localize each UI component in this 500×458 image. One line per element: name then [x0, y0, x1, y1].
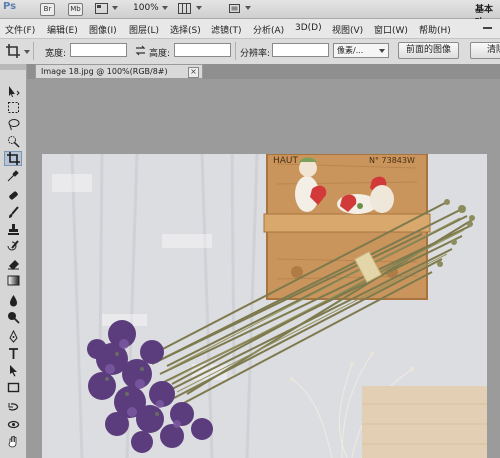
chevron-down-icon[interactable]: [24, 50, 30, 54]
spot-healing-tool[interactable]: [4, 188, 22, 203]
chevron-down-icon: [379, 49, 385, 53]
menu-view[interactable]: 视图(V): [332, 23, 363, 36]
dried-flowers-photo: HAUT N° 73843W: [42, 154, 487, 458]
sign-text-left: HAUT: [273, 156, 299, 166]
document-tab-bar: Image 18.jpg @ 100%(RGB/8#) ×: [27, 64, 500, 79]
menu-analysis[interactable]: 分析(A): [253, 23, 284, 36]
shape-icon: [7, 382, 19, 393]
close-icon[interactable]: ×: [188, 67, 199, 78]
zoom-level[interactable]: 100%: [133, 3, 159, 13]
move-icon: [8, 86, 20, 97]
width-field[interactable]: [70, 43, 127, 57]
type-icon: [8, 348, 18, 359]
path-select-icon: [9, 365, 17, 377]
move-tool[interactable]: [4, 84, 22, 99]
resolution-unit-value: 像素/...: [337, 46, 364, 55]
document-title: Image 18.jpg @ 100%(RGB/8#): [41, 67, 168, 76]
menu-select[interactable]: 选择(S): [170, 23, 201, 36]
sign-text-right: N° 73843W: [369, 156, 415, 165]
lasso-icon: [8, 119, 19, 131]
height-field[interactable]: [174, 43, 231, 57]
eyedropper-icon: [7, 170, 19, 182]
canvas-area[interactable]: HAUT N° 73843W: [27, 79, 500, 458]
resolution-field[interactable]: [272, 43, 329, 57]
menu-edit[interactable]: 编辑(E): [47, 23, 78, 36]
quick-select-tool[interactable]: [4, 134, 22, 149]
blur-tool[interactable]: [4, 293, 22, 308]
hand-tool[interactable]: [4, 434, 22, 449]
swap-dimensions-icon[interactable]: [135, 45, 146, 59]
height-label: 高度:: [149, 49, 171, 59]
quick-select-icon: [7, 136, 20, 148]
bridge-button[interactable]: Br: [40, 3, 55, 16]
mini-bridge-button[interactable]: Mb: [68, 3, 83, 16]
history-brush-tool[interactable]: [4, 239, 22, 254]
3d-orbit-tool[interactable]: [4, 417, 22, 432]
resolution-label: 分辨率:: [240, 49, 271, 59]
eraser-icon: [7, 260, 19, 270]
gradient-tool[interactable]: [4, 273, 22, 288]
chevron-down-icon[interactable]: [162, 6, 168, 10]
gradient-icon: [7, 275, 19, 286]
crop-icon: [6, 152, 20, 165]
dodge-icon: [7, 312, 20, 324]
menu-image[interactable]: 图像(I): [89, 23, 117, 36]
3d-rotate-icon: [8, 403, 18, 411]
resolution-unit-select[interactable]: 像素/...: [333, 43, 389, 58]
eraser-tool[interactable]: [4, 256, 22, 271]
width-label: 宽度:: [45, 49, 67, 59]
3d-rotate-tool[interactable]: [4, 400, 22, 415]
divider: [33, 42, 34, 60]
chevron-down-icon[interactable]: [196, 6, 202, 10]
arrange-documents-icon[interactable]: [178, 3, 191, 17]
chevron-down-icon[interactable]: [112, 6, 118, 10]
crop-tool-preset-icon[interactable]: [6, 44, 20, 61]
minimize-icon[interactable]: [483, 27, 492, 29]
brush-icon: [8, 206, 19, 218]
menu-help[interactable]: 帮助(H): [419, 23, 451, 36]
dodge-tool[interactable]: [4, 310, 22, 325]
tools-panel: [0, 64, 27, 458]
toolbox-collapse-bar[interactable]: [0, 64, 26, 70]
3d-orbit-icon: [7, 420, 19, 429]
chevron-down-icon[interactable]: [245, 6, 251, 10]
divider: [235, 42, 236, 60]
eyedropper-tool[interactable]: [4, 168, 22, 183]
menu-window[interactable]: 窗口(W): [374, 23, 408, 36]
application-bar: Ps Br Mb 100% 基本功: [0, 0, 500, 28]
stamp-icon: [7, 224, 19, 235]
brush-tool[interactable]: [4, 205, 22, 220]
document-tab[interactable]: Image 18.jpg @ 100%(RGB/8#) ×: [35, 64, 203, 79]
blur-icon: [9, 295, 17, 307]
menu-3d[interactable]: 3D(D): [295, 23, 322, 33]
menu-bar: 文件(F) 编辑(E) 图像(I) 图层(L) 选择(S) 滤镜(T) 分析(A…: [0, 19, 500, 38]
marquee-icon: [7, 102, 19, 113]
view-extras-icon[interactable]: [95, 3, 108, 17]
marquee-tool[interactable]: [4, 100, 22, 115]
front-image-button[interactable]: 前面的图像: [398, 42, 459, 59]
spot-heal-icon: [8, 191, 18, 200]
pen-icon: [8, 330, 18, 343]
clear-button[interactable]: 清除: [470, 42, 500, 59]
menu-file[interactable]: 文件(F): [5, 23, 35, 36]
screen-mode-icon[interactable]: [228, 3, 241, 17]
shape-tool[interactable]: [4, 380, 22, 395]
path-selection-tool[interactable]: [4, 363, 22, 378]
hand-icon: [8, 436, 16, 448]
clone-stamp-tool[interactable]: [4, 222, 22, 237]
menu-filter[interactable]: 滤镜(T): [211, 23, 242, 36]
type-tool[interactable]: [4, 346, 22, 361]
menu-layer[interactable]: 图层(L): [129, 23, 159, 36]
photoshop-logo: Ps: [3, 1, 17, 12]
document-image[interactable]: HAUT N° 73843W: [42, 154, 487, 458]
history-brush-icon: [7, 240, 19, 251]
lasso-tool[interactable]: [4, 117, 22, 132]
pen-tool[interactable]: [4, 329, 22, 344]
crop-tool[interactable]: [4, 151, 22, 166]
options-bar: 宽度: 高度: 分辨率: 像素/... 前面的图像 清除: [0, 38, 500, 65]
